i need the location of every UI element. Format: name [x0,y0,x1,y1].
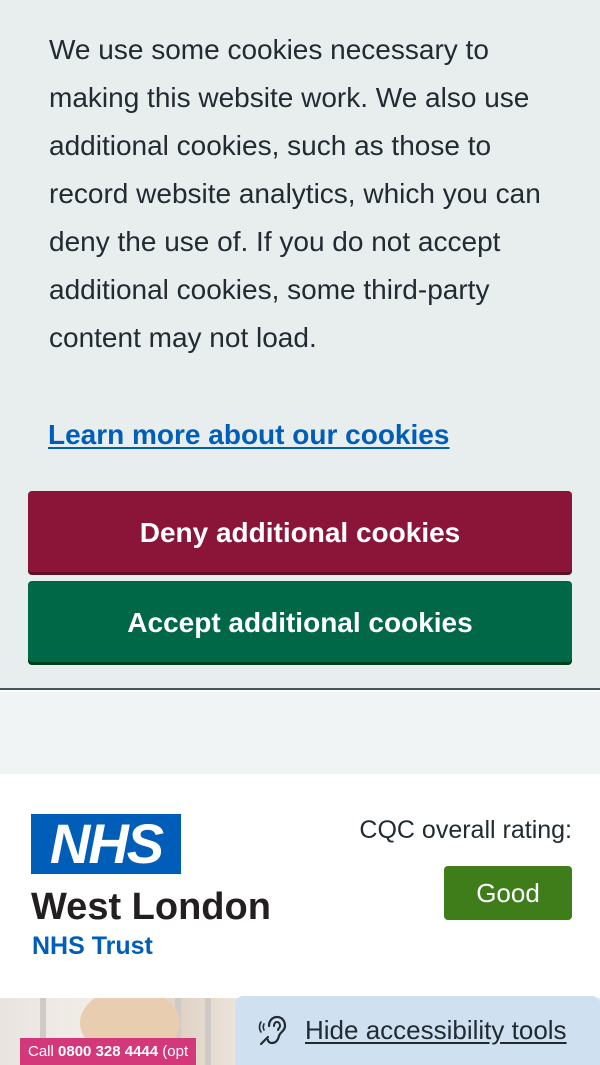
hero-railing [205,998,211,1065]
cqc-rating-label: CQC overall rating: [359,816,572,844]
call-number: 0800 328 4444 [58,1043,159,1060]
learn-more-cookies-link[interactable]: Learn more about our cookies [48,412,449,458]
cookie-message: We use some cookies necessary to making … [49,34,541,353]
call-suffix: (opt [158,1043,189,1060]
call-prefix: Call [28,1043,59,1060]
org-subtitle: NHS Trust [32,932,153,960]
site-header: NHS West London NHS Trust CQC overall ra… [0,774,600,998]
cookie-banner: We use some cookies necessary to making … [0,0,600,690]
nhs-logo[interactable]: NHS [31,814,181,874]
cqc-rating-badge[interactable]: Good [444,866,572,920]
org-name: West London [31,886,271,928]
call-banner: Call 0800 328 4444 (opt [20,1038,197,1065]
ear-icon [258,1015,287,1046]
page-spacer [0,692,600,774]
accept-cookies-button[interactable]: Accept additional cookies [28,581,572,662]
page: We use some cookies necessary to making … [0,0,600,1065]
accessibility-tools-toggle[interactable]: Hide accessibility tools [235,996,600,1065]
deny-cookies-button[interactable]: Deny additional cookies [28,491,572,572]
hide-accessibility-tools-link[interactable]: Hide accessibility tools [305,1013,567,1047]
